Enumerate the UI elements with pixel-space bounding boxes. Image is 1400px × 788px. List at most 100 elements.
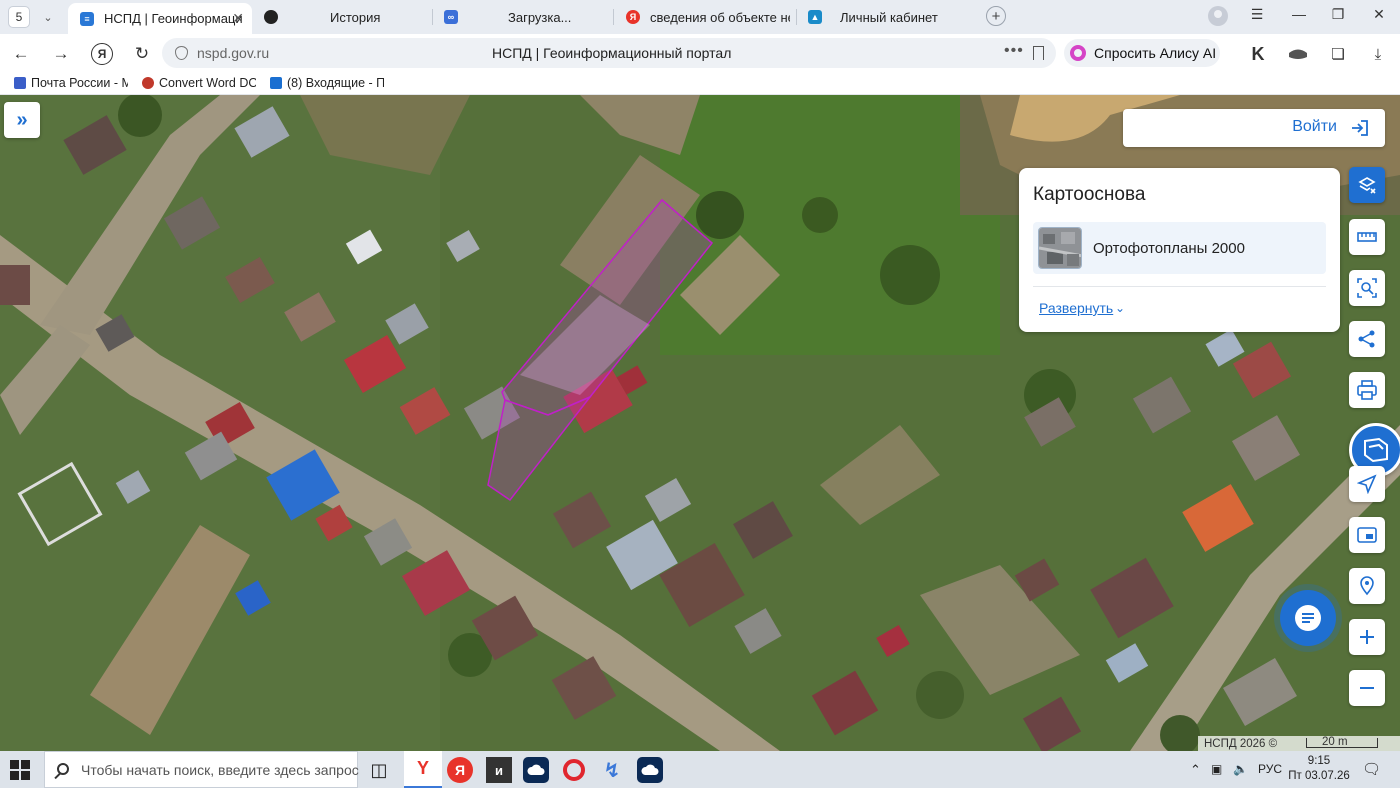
windows-taskbar: Чтобы начать поиск, введите здесь запрос… xyxy=(0,751,1400,788)
forward-arrow-icon[interactable]: → xyxy=(50,43,72,65)
opera-icon[interactable] xyxy=(561,757,587,783)
cabinet-favicon: ▲ xyxy=(808,10,822,24)
chat-support-button[interactable] xyxy=(1280,590,1336,646)
tab-label: сведения об объекте нед xyxy=(650,9,790,25)
bookmark-item[interactable]: Convert Word DOC xyxy=(142,76,256,90)
layers-tool-button[interactable] xyxy=(1349,167,1385,203)
windows-start-icon[interactable] xyxy=(10,760,30,780)
yandex-logo-icon[interactable]: Я xyxy=(91,43,113,65)
url-field[interactable]: nspd.gov.ru НСПД | Геоинформационный пор… xyxy=(162,38,1056,68)
new-tab-plus-icon[interactable]: + xyxy=(986,6,1006,26)
nspd-favicon: ≡ xyxy=(80,11,94,26)
select-area-icon xyxy=(1357,278,1377,298)
ask-alice-label: Спросить Алису AI xyxy=(1094,45,1217,61)
search-icon xyxy=(57,763,69,775)
url-text: nspd.gov.ru xyxy=(197,45,270,61)
tab-count-button[interactable]: 5 xyxy=(8,6,30,28)
chevron-down-icon[interactable]: ⌄ xyxy=(36,5,60,29)
print-tool-button[interactable] xyxy=(1349,372,1385,408)
zoom-out-button[interactable] xyxy=(1349,670,1385,706)
bookmark-icon[interactable] xyxy=(1033,46,1044,60)
cloud-icon[interactable] xyxy=(523,757,549,783)
location-pin-icon xyxy=(1360,576,1374,596)
zoom-in-button[interactable] xyxy=(1349,619,1385,655)
menu-icon[interactable]: ☰ xyxy=(1246,6,1268,23)
basemap-layer-item[interactable]: Ортофотопланы 2000 xyxy=(1033,222,1326,274)
convert-favicon xyxy=(142,77,154,89)
tab-nspd[interactable]: ≡ НСПД | Геоинформаци ✕ xyxy=(68,3,252,34)
plus-icon xyxy=(1360,630,1374,644)
attribution-text: НСПД 2026 © xyxy=(1204,737,1278,750)
share-icon xyxy=(1358,330,1375,348)
download-icon[interactable]: ⤓ xyxy=(1368,44,1388,64)
minus-icon xyxy=(1360,687,1374,689)
more-dots-icon[interactable]: ••• xyxy=(1004,42,1024,60)
scale-label: 20 m xyxy=(1322,736,1348,748)
taskbar-clock[interactable]: 9:15 Пт 03.07.26 xyxy=(1286,754,1352,784)
cloud2-icon[interactable] xyxy=(637,757,663,783)
basemap-layer-label: Ортофотопланы 2000 xyxy=(1093,240,1245,257)
restore-icon[interactable]: ❐ xyxy=(1327,6,1349,23)
network-icon[interactable]: ▣ xyxy=(1211,762,1222,776)
my-location-tool-button[interactable] xyxy=(1349,568,1385,604)
tab-cabinet[interactable]: ▲ Личный кабинет xyxy=(796,3,976,31)
clock-date: Пт 03.07.26 xyxy=(1288,770,1350,782)
tab-loading[interactable]: ∞ Загрузка... xyxy=(432,3,612,31)
shield-icon[interactable] xyxy=(175,46,188,60)
close-window-icon[interactable]: ✕ xyxy=(1368,6,1390,23)
alice-icon xyxy=(1070,45,1086,61)
map-attribution: НСПД 2026 © 20 m xyxy=(1198,736,1400,751)
basemap-title: Картооснова xyxy=(1033,184,1146,205)
bookmark-item[interactable]: (8) Входящие - По xyxy=(270,76,384,90)
bookmark-label: Почта России - М xyxy=(31,76,128,90)
taskbar-search-box[interactable]: Чтобы начать поиск, введите здесь запрос xyxy=(44,751,359,788)
browser-tab-bar: 5 ⌄ ≡ НСПД | Геоинформаци ✕ История ∞ За… xyxy=(0,0,1400,34)
expand-panel-chevron-icon[interactable]: » xyxy=(4,102,40,138)
printer-icon xyxy=(1357,380,1377,400)
notifications-icon[interactable]: 🗨 xyxy=(1362,760,1381,778)
ruler-icon xyxy=(1357,232,1377,242)
locate-tool-button[interactable] xyxy=(1349,466,1385,502)
hat-extension-icon[interactable] xyxy=(1288,44,1308,64)
app-i-icon[interactable]: и xyxy=(486,757,512,783)
expand-link[interactable]: Развернуть xyxy=(1039,300,1113,316)
share-tool-button[interactable] xyxy=(1349,321,1385,357)
chat-icon xyxy=(1295,605,1321,631)
ask-alice-button[interactable]: Спросить Алису AI xyxy=(1064,39,1220,67)
bookmarks-bar: Почта России - М Convert Word DOC (8) Вх… xyxy=(0,72,1400,95)
map-view[interactable]: » Войти Картооснова Ортофотопланы 2000 Р… xyxy=(0,95,1400,751)
task-view-icon[interactable]: ◫ xyxy=(366,757,392,783)
collections-icon[interactable]: ❏ xyxy=(1328,44,1348,64)
page-title: НСПД | Геоинформационный портал xyxy=(492,45,732,61)
select-area-tool-button[interactable] xyxy=(1349,270,1385,306)
measure-tool-button[interactable] xyxy=(1349,219,1385,255)
k-extension-icon[interactable]: K xyxy=(1248,44,1268,64)
close-icon[interactable]: ✕ xyxy=(232,10,244,27)
reload-icon[interactable]: ↻ xyxy=(131,43,153,65)
history-clock-icon xyxy=(264,10,278,24)
yandex-browser-icon[interactable]: Y xyxy=(404,751,442,788)
tab-label: Загрузка... xyxy=(508,9,572,25)
login-icon xyxy=(1352,120,1368,136)
volume-icon[interactable]: 🔈 xyxy=(1233,762,1248,776)
tab-history[interactable]: История xyxy=(252,3,432,31)
lightning-icon[interactable]: ↯ xyxy=(599,757,625,783)
chevron-down-icon[interactable]: ⌄ xyxy=(1115,301,1125,315)
profile-avatar-icon[interactable] xyxy=(1208,6,1228,26)
window-tool-button[interactable] xyxy=(1349,517,1385,553)
layers-icon xyxy=(1358,177,1376,194)
login-bar[interactable]: Войти xyxy=(1123,109,1385,147)
bookmark-label: (8) Входящие - По xyxy=(287,76,384,90)
tab-label: НСПД | Геоинформаци xyxy=(104,11,243,26)
back-arrow-icon[interactable]: ← xyxy=(10,43,32,65)
tray-chevron-up-icon[interactable]: ⌃ xyxy=(1190,762,1201,778)
tab-yandex-search[interactable]: Я сведения об объекте нед xyxy=(614,3,790,31)
minimize-icon[interactable]: — xyxy=(1288,6,1310,22)
bookmark-item[interactable]: Почта России - М xyxy=(14,76,128,90)
yandex-icon[interactable]: Я xyxy=(447,757,473,783)
address-bar: ← → Я ↻ nspd.gov.ru НСПД | Геоинформацио… xyxy=(0,34,1400,72)
language-indicator[interactable]: РУС xyxy=(1258,762,1282,776)
search-placeholder: Чтобы начать поиск, введите здесь запрос xyxy=(81,761,359,778)
login-label: Войти xyxy=(1292,118,1337,135)
post-favicon xyxy=(14,77,26,89)
